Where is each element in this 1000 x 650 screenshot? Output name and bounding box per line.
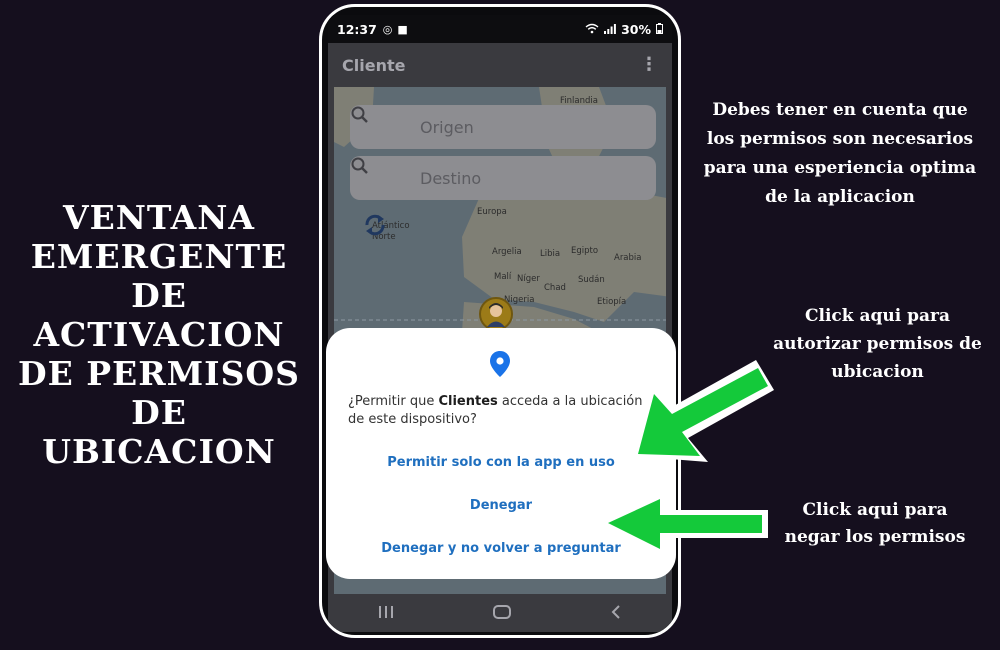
map-label-argelia: Argelia xyxy=(492,247,522,257)
question-app-name: Clientes xyxy=(438,394,498,409)
map-label-europa: Europa xyxy=(477,207,507,217)
signal-icon xyxy=(604,22,616,37)
authorize-arrow-icon xyxy=(632,360,774,462)
location-pin-icon xyxy=(490,351,510,377)
map-label-sudan: Sudán xyxy=(578,275,605,285)
map-label-etiopia: Etiopía xyxy=(597,297,627,307)
status-bar: 12:37 ◎ ■ 30% xyxy=(328,15,672,43)
destination-placeholder: Destino xyxy=(420,168,482,188)
map-label-arabia: Arabia xyxy=(614,253,642,263)
android-nav-bar xyxy=(328,594,672,632)
search-icon xyxy=(351,157,386,188)
more-options-icon[interactable]: ⋮ xyxy=(640,56,658,74)
permissions-note: Debes tener en cuenta que los permisos s… xyxy=(703,100,977,207)
back-icon[interactable] xyxy=(610,604,622,623)
status-time: 12:37 xyxy=(337,21,377,37)
search-icon xyxy=(351,106,386,137)
origin-placeholder: Origen xyxy=(420,117,474,137)
origin-search-field[interactable]: Origen xyxy=(350,105,656,149)
deny-arrow-icon xyxy=(600,492,768,556)
recent-apps-icon[interactable] xyxy=(378,604,394,623)
map-label-chad: Chad xyxy=(544,283,566,293)
driver-avatar[interactable] xyxy=(479,297,513,331)
app-bar: Cliente ⋮ xyxy=(328,43,672,87)
authorize-note: Click aqui para autorizar permisos de ub… xyxy=(773,306,982,382)
wifi-icon xyxy=(585,22,599,37)
refresh-location-icon[interactable] xyxy=(361,211,389,239)
map-label-egipto: Egipto xyxy=(571,246,599,256)
deny-note: Click aqui para negar los permisos xyxy=(784,500,966,547)
page-title: VENTANA EMERGENTE DE ACTIVACION DE PERMI… xyxy=(17,198,301,471)
question-prefix: ¿Permitir que xyxy=(348,394,439,409)
map-label-mali: Malí xyxy=(494,272,512,282)
app-title: Cliente xyxy=(342,55,406,75)
battery-level: 30% xyxy=(621,21,651,37)
map-label-libia: Libia xyxy=(540,249,561,259)
destination-search-field[interactable]: Destino xyxy=(350,156,656,200)
message-icon: ■ xyxy=(397,22,408,36)
whatsapp-icon: ◎ xyxy=(382,22,393,36)
permission-question: ¿Permitir que Clientes acceda a la ubica… xyxy=(348,393,658,429)
map-label-niger: Níger xyxy=(517,274,540,284)
battery-icon xyxy=(656,22,663,37)
home-icon[interactable] xyxy=(492,604,511,623)
